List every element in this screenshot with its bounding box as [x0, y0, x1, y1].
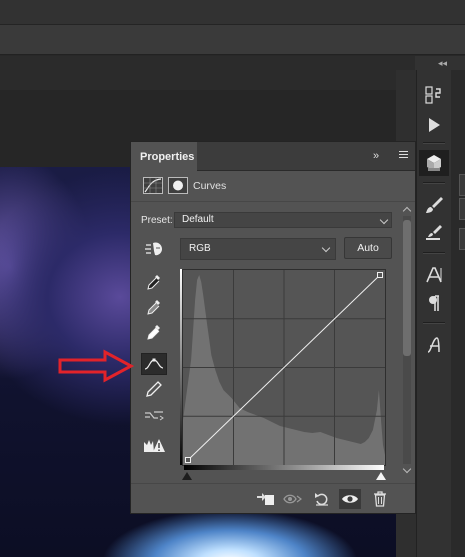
expand-panel-icon[interactable]: »: [373, 150, 379, 162]
dock-separator: [423, 322, 445, 324]
input-gradient-bar: [184, 465, 384, 470]
layer-mask-icon[interactable]: [168, 177, 188, 194]
dock-collapse-strip[interactable]: ◂◂: [415, 56, 465, 70]
collapse-panels-icon[interactable]: ◂◂: [438, 56, 447, 70]
gray-point-eyedropper-icon[interactable]: [141, 296, 167, 318]
edit-curve-points-icon[interactable]: [141, 353, 167, 375]
edge-panel-button[interactable]: [459, 228, 465, 250]
channel-value: RGB: [189, 243, 211, 254]
on-image-adjustment-icon[interactable]: [141, 238, 167, 260]
black-point-handle[interactable]: [185, 457, 191, 463]
clipping-warning-icon[interactable]: [141, 434, 167, 456]
scrollbar-thumb[interactable]: [403, 220, 411, 356]
auto-button[interactable]: Auto: [344, 237, 392, 259]
curves-plot[interactable]: [183, 270, 385, 465]
chevron-down-icon: [379, 215, 389, 225]
menu-bar: [0, 0, 465, 25]
properties-tab[interactable]: Properties: [131, 142, 197, 171]
adjustment-type-row: Curves: [131, 171, 415, 202]
white-point-handle[interactable]: [377, 272, 383, 278]
properties-icon[interactable]: [419, 150, 449, 176]
white-point-eyedropper-icon[interactable]: [141, 321, 167, 343]
scroll-up-icon[interactable]: [402, 206, 412, 216]
edge-panel-button[interactable]: [459, 174, 465, 196]
dock-separator: [423, 182, 445, 184]
panel-menu-icon[interactable]: [399, 151, 408, 160]
brush-settings-icon[interactable]: [419, 192, 449, 218]
curves-adjustment-icon[interactable]: [143, 177, 163, 194]
scroll-down-icon[interactable]: [402, 464, 412, 474]
annotation-arrow-icon: [58, 349, 135, 383]
glyphs-icon[interactable]: [419, 332, 449, 358]
panel-footer: [131, 483, 415, 513]
document-tab-bar: [0, 56, 415, 90]
reset-adjustment-icon[interactable]: [311, 489, 333, 509]
black-point-eyedropper-icon[interactable]: [141, 271, 167, 293]
edge-panel-button[interactable]: [459, 198, 465, 220]
dock-separator: [423, 252, 445, 254]
paragraph-icon[interactable]: [419, 290, 449, 316]
properties-panel: Properties » Curves Preset: Default RGB …: [130, 141, 416, 514]
adjustment-title: Curves: [193, 180, 227, 192]
history-icon[interactable]: [419, 82, 449, 108]
black-input-slider[interactable]: [182, 472, 192, 480]
play-action-icon[interactable]: [419, 112, 449, 138]
panel-scrollbar[interactable]: [400, 202, 414, 482]
view-previous-state-icon[interactable]: [282, 489, 304, 509]
options-bar: [0, 25, 465, 55]
pencil-draw-icon[interactable]: [141, 378, 167, 400]
preset-label: Preset:: [141, 215, 173, 226]
white-input-slider[interactable]: [376, 472, 386, 480]
dock-separator: [423, 142, 445, 144]
smooth-curve-icon[interactable]: [141, 404, 167, 426]
preset-dropdown[interactable]: Default: [174, 212, 392, 228]
character-icon[interactable]: [419, 262, 449, 288]
panel-header: Properties »: [131, 142, 415, 171]
brush-presets-icon[interactable]: [419, 220, 449, 246]
panel-dock-edge: [451, 70, 465, 557]
channel-dropdown[interactable]: RGB: [180, 238, 336, 260]
preset-value: Default: [182, 214, 214, 225]
visibility-eye-icon[interactable]: [339, 489, 361, 509]
clip-to-layer-icon[interactable]: [254, 489, 276, 509]
chevron-down-icon: [321, 243, 331, 253]
delete-trash-icon[interactable]: [369, 489, 391, 509]
curves-graph[interactable]: [182, 269, 386, 466]
